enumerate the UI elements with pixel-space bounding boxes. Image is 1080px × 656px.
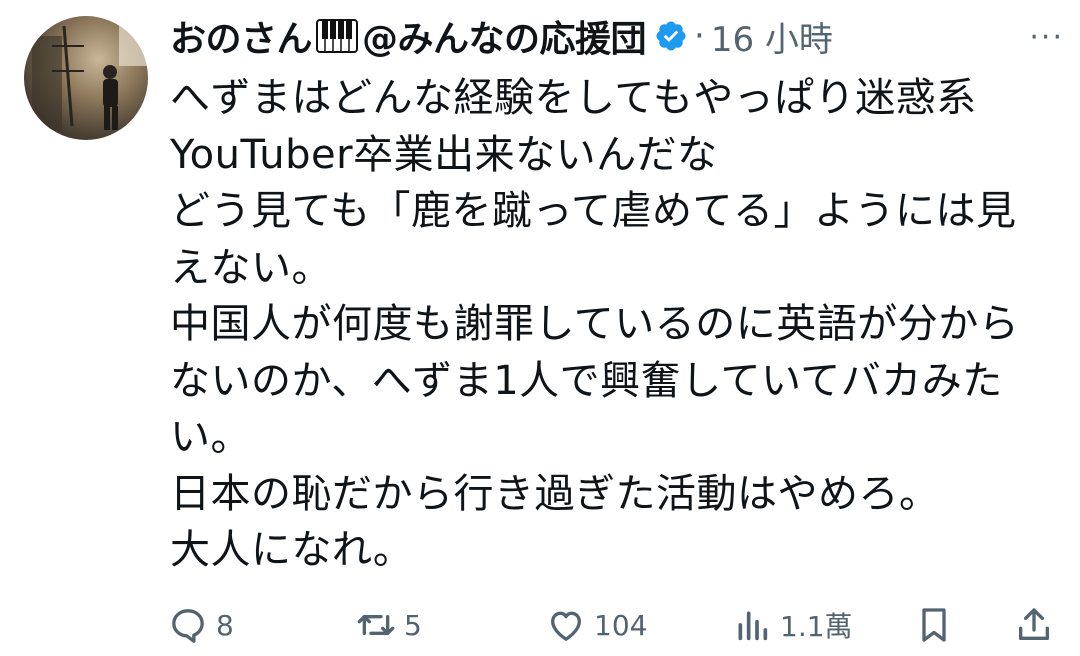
author-name[interactable]: おのさん xyxy=(170,10,313,62)
piano-keys-icon xyxy=(316,19,359,53)
tweet-line: へずまはどんな経験をしてもやっぱり迷惑系 xyxy=(170,75,977,121)
heart-icon xyxy=(551,611,581,641)
share-icon xyxy=(1019,608,1049,640)
separator: · xyxy=(694,16,705,56)
view-count: 1.1萬 xyxy=(780,610,853,643)
verified-badge-icon xyxy=(654,19,688,53)
tweet-line: 日本の恥だから行き過ぎた活動はやめろ。 xyxy=(170,470,940,517)
tweet-line: えない。 xyxy=(170,244,332,291)
share-button[interactable] xyxy=(1014,600,1054,650)
bookmark-icon xyxy=(922,608,946,642)
views-chart-icon xyxy=(738,611,768,641)
tweet-line: 中国人が何度も謝罪しているのに英語が分から xyxy=(170,301,1020,347)
tweet-line: 大人になれ。 xyxy=(170,527,414,573)
avatar-photo xyxy=(32,25,148,131)
repost-button[interactable]: 5 xyxy=(356,600,422,650)
bookmark-button[interactable] xyxy=(914,600,954,650)
repost-icon xyxy=(357,615,395,635)
tweet-line: どう見ても「鹿を蹴って虐めてる」ようには見 xyxy=(170,188,1017,234)
more-icon[interactable]: ··· xyxy=(1029,20,1064,55)
tweet-line: い。 xyxy=(170,414,251,460)
reply-button[interactable]: 8 xyxy=(168,600,234,650)
like-count: 104 xyxy=(594,608,648,642)
views-button[interactable]: 1.1萬 xyxy=(732,600,853,650)
reply-count: 8 xyxy=(216,608,234,642)
timestamp[interactable]: 16 小時 xyxy=(711,12,833,61)
tweet-header: おのさん @みんなの応援団 · 16 小時 xyxy=(170,8,1056,64)
repost-count: 5 xyxy=(404,608,422,642)
reply-icon xyxy=(172,609,204,643)
tweet-text: へずまはどんな経験をしてもやっぱり迷惑系 YouTuber卒業出来ないんだな ど… xyxy=(170,70,1050,579)
tweet-line: YouTuber卒業出来ないんだな xyxy=(170,131,718,178)
like-button[interactable]: 104 xyxy=(546,600,647,650)
action-bar: 8 5 104 1.1萬 xyxy=(168,600,1058,650)
avatar[interactable] xyxy=(24,16,148,140)
tweet-line: ないのか、へずま1人で興奮していてバカみた xyxy=(170,357,1003,404)
author-handle-name[interactable]: @みんなの応援団 xyxy=(362,10,647,62)
